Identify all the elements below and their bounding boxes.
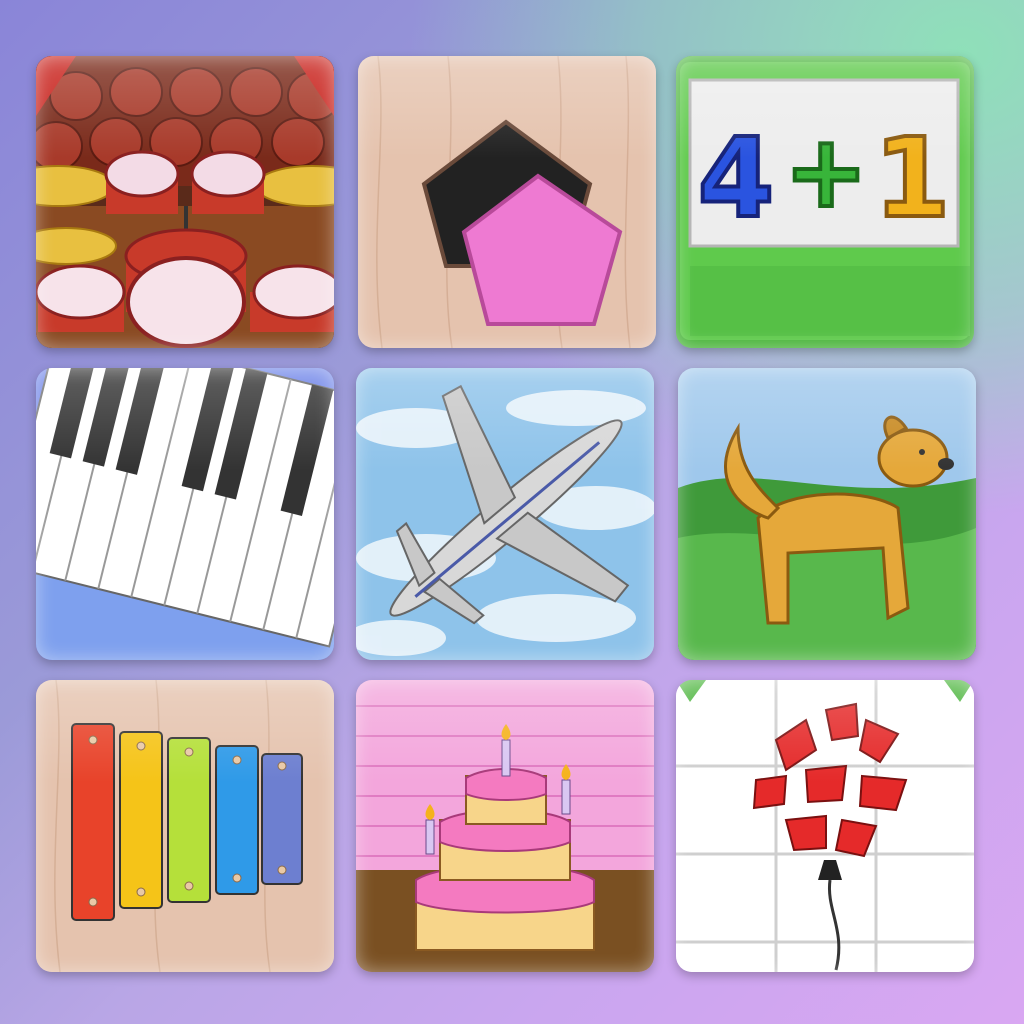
birthday-cake-icon xyxy=(356,680,654,972)
math-operator: + xyxy=(784,113,868,230)
app-grid: 4 + 1 xyxy=(0,0,1024,1024)
piano-tile[interactable] xyxy=(36,368,334,660)
math-number-a: 4 xyxy=(698,114,775,242)
math-number-b: 1 xyxy=(874,114,951,242)
dog-tile[interactable] xyxy=(678,368,976,660)
math-tile[interactable]: 4 + 1 xyxy=(676,56,974,348)
balloon-tile[interactable] xyxy=(676,680,974,972)
shapes-tile[interactable] xyxy=(358,56,656,348)
addition-board-icon: 4 + 1 xyxy=(676,56,974,348)
popped-balloon-icon xyxy=(676,680,974,972)
xylophone-icon xyxy=(36,680,334,972)
drum-kit-icon xyxy=(36,56,334,348)
piano-keys-icon xyxy=(36,368,334,660)
pentagon-shape-icon xyxy=(358,56,656,348)
xylophone-tile[interactable] xyxy=(36,680,334,972)
dog-icon xyxy=(678,368,976,660)
airplane-icon xyxy=(356,368,654,660)
airplane-tile[interactable] xyxy=(356,368,654,660)
drums-tile[interactable] xyxy=(36,56,334,348)
cake-tile[interactable] xyxy=(356,680,654,972)
